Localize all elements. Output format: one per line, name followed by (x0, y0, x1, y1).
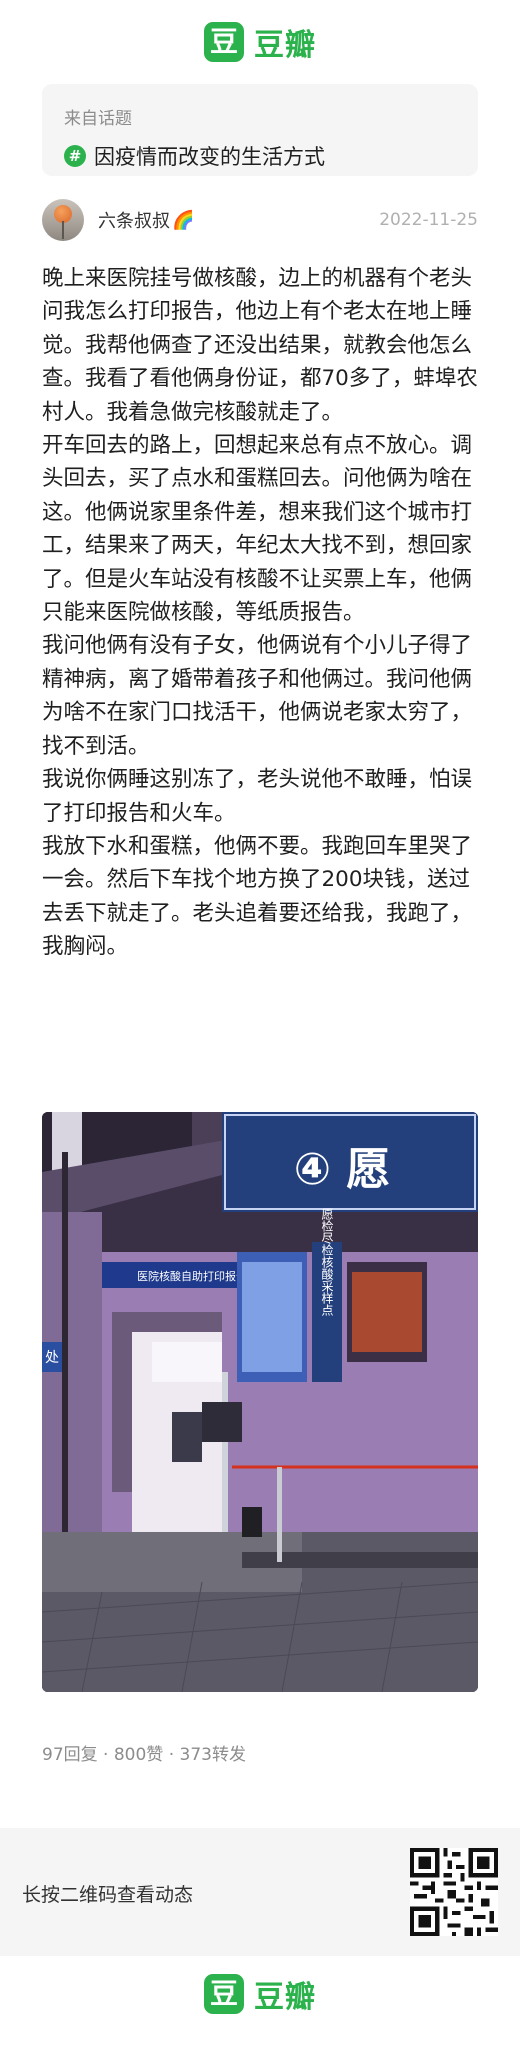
topic-title[interactable]: 因疫情而改变的生活方式 (94, 141, 325, 171)
post-paragraph: 开车回去的路上，回想起来总有点不放心。调头回去，买了点水和蛋糕回去。问他俩为啥在… (42, 433, 473, 626)
douban-logo-icon: 豆 (204, 22, 244, 62)
qr-footer: 长按二维码查看动态 (0, 1828, 520, 1956)
post-paragraph: 我说你俩睡这别冻了，老头说他不敢睡，怕误了打印报告和火车。 (42, 767, 473, 826)
douban-wordmark: 豆瓣 (254, 28, 316, 63)
photo-left-sign: 医院核酸自助打印报告 (137, 1269, 247, 1283)
photo-side-sign: 愿检尽检核酸采样点 (320, 1208, 334, 1316)
post-date: 2022-11-25 (379, 210, 478, 230)
rainbow-icon: 🌈 (172, 209, 195, 231)
topic-card[interactable]: 来自话题 # 因疫情而改变的生活方式 (42, 84, 478, 176)
douban-wordmark: 豆瓣 (254, 1980, 316, 2015)
post-paragraph: 晚上来医院挂号做核酸，边上的机器有个老头问我怎么打印报告，他边上有个老太在地上睡… (42, 266, 478, 425)
topic-from-label: 来自话题 (64, 109, 132, 129)
author-name[interactable]: 六条叔叔 (98, 207, 170, 233)
photo-corner-sign: 处 (45, 1350, 59, 1366)
post-paragraph: 我放下水和蛋糕，他俩不要。我跑回车里哭了一会。然后下车找个地方换了200块钱，送… (42, 833, 473, 960)
avatar[interactable] (42, 199, 84, 241)
qr-hint-text: 长按二维码查看动态 (22, 1884, 194, 1906)
post-paragraph: 我问他俩有没有子女，他俩说有个小儿子得了精神病，离了婚带着孩子和他俩过。我问他俩… (42, 633, 473, 759)
hospital-night-photo: 医院核酸自助打印报告 ④ 愿 愿检尽检核酸采样点 处 (42, 1112, 478, 1692)
post-body: 晚上来医院挂号做核酸，边上的机器有个老头问我怎么打印报告，他边上有个老太在地上睡… (42, 262, 478, 964)
douban-logo-icon: 豆 (204, 1974, 244, 2014)
topic-hash-icon: # (64, 145, 86, 167)
qr-code-icon[interactable] (410, 1848, 498, 1936)
post-photo[interactable]: 医院核酸自助打印报告 ④ 愿 愿检尽检核酸采样点 处 (42, 1112, 478, 1692)
author-row: 六条叔叔 🌈 2022-11-25 (42, 198, 478, 242)
photo-big-sign: ④ 愿 (294, 1144, 391, 1195)
post-stats: 97回复 · 800赞 · 373转发 (42, 1745, 246, 1765)
douban-header-logo: 豆 豆瓣 (0, 20, 520, 64)
topic-link[interactable]: # 因疫情而改变的生活方式 (64, 141, 456, 171)
douban-footer-logo: 豆 豆瓣 (0, 1972, 520, 2016)
